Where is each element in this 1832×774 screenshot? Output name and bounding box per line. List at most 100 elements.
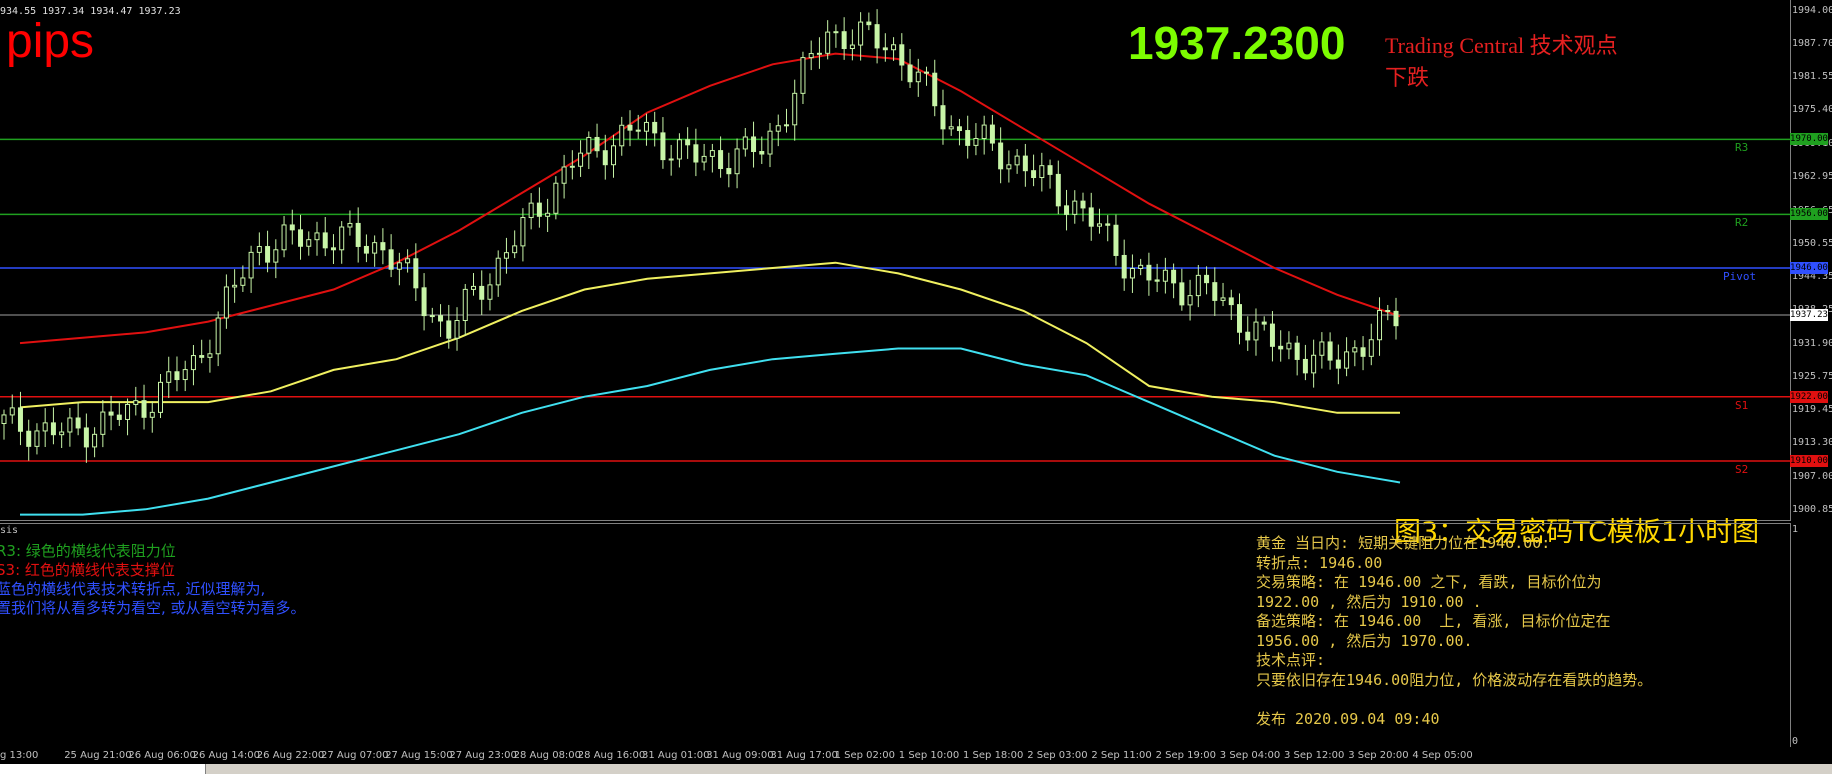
level-price-tag-s1: 1922.00 <box>1790 390 1828 403</box>
candle <box>965 115 971 159</box>
middle-ma-line <box>19 261 1400 414</box>
candle <box>627 110 633 147</box>
candle <box>166 356 172 398</box>
candle <box>520 208 526 262</box>
time-tick-label: 31 Aug 17:00 <box>770 750 838 761</box>
candle <box>742 127 748 157</box>
candle <box>775 114 781 147</box>
level-price-tag-r2: 1956.00 <box>1790 208 1828 221</box>
candle <box>306 231 312 256</box>
candle <box>421 273 427 331</box>
price-tick-label: 1919.45 <box>1792 404 1832 416</box>
candle <box>924 66 930 86</box>
legend-note-line: 蓝色的横线代表技术转折点, 近似理解为, <box>0 580 266 598</box>
level-label-r2: R2 <box>1735 216 1749 230</box>
candle <box>240 265 246 292</box>
price-axis[interactable]: 1994.001987.701981.551975.401969.101962.… <box>1790 0 1832 520</box>
candle <box>1088 192 1094 241</box>
time-tick-label: 31 Aug 09:00 <box>706 750 774 761</box>
candle <box>1138 258 1144 276</box>
candle <box>223 274 229 329</box>
candle <box>1319 332 1325 369</box>
source-label: Trading Central 技术观点 <box>1385 33 1618 58</box>
candle <box>1261 316 1267 331</box>
level-label-s2: S2 <box>1735 463 1749 477</box>
candle <box>709 143 715 173</box>
candle <box>372 235 378 267</box>
candle <box>34 423 40 455</box>
candle <box>1072 190 1078 224</box>
candle <box>1212 267 1218 317</box>
candle <box>1278 330 1284 362</box>
candle <box>899 33 905 81</box>
candle <box>339 221 345 264</box>
candle <box>1129 254 1135 293</box>
indicator-panel[interactable] <box>0 523 1791 747</box>
candle <box>553 176 559 220</box>
candle <box>215 311 221 367</box>
time-axis[interactable]: g 13:00 25 Aug 21:00 26 Aug 06:00 26 Aug 14… <box>0 746 1832 764</box>
candle <box>67 407 73 447</box>
analysis-line: 黄金 当日内: 短期关键阻力位在1946.00: <box>1256 534 1551 552</box>
candle <box>1294 335 1300 376</box>
candle <box>1204 266 1210 295</box>
candle <box>133 386 139 416</box>
candle <box>858 12 864 61</box>
time-tick-label: 1 Sep 10:00 <box>898 750 960 761</box>
candle <box>388 234 394 278</box>
candle <box>1245 316 1251 351</box>
time-tick-label: 2 Sep 19:00 <box>1155 750 1216 761</box>
direction-label: 下跌 <box>1385 65 1430 90</box>
candle <box>1377 297 1383 356</box>
candle <box>438 304 444 337</box>
candle <box>676 133 682 168</box>
candle <box>512 230 518 259</box>
candle <box>1220 282 1226 307</box>
candle <box>594 123 600 158</box>
pips-label: pips <box>6 15 95 68</box>
candle <box>298 214 304 260</box>
candle <box>660 117 666 169</box>
candle <box>718 136 724 178</box>
candle <box>1302 344 1308 381</box>
candle <box>1344 337 1350 377</box>
candle <box>956 118 962 146</box>
candle <box>1113 214 1119 266</box>
candle <box>1039 152 1045 192</box>
candle <box>578 140 584 177</box>
analysis-line: 交易策略: 在 1946.00 之下, 看跌, 目标价位为 <box>1256 573 1602 591</box>
time-tick-label: 26 Aug 14:00 <box>192 750 261 761</box>
level-price-tag-s2: 1910.00 <box>1790 455 1828 468</box>
candle <box>1360 336 1366 371</box>
time-tick-label: 26 Aug 06:00 <box>128 750 196 761</box>
price-chart-panel[interactable] <box>0 0 1791 521</box>
time-tick-label: 27 Aug 23:00 <box>449 750 517 761</box>
candle <box>891 37 897 61</box>
chart-tab[interactable] <box>0 764 206 774</box>
price-tick-label: 1975.40 <box>1792 104 1832 116</box>
candle <box>1105 215 1111 242</box>
candle <box>1393 297 1399 340</box>
candle <box>783 108 789 133</box>
candle <box>767 122 773 168</box>
candle <box>907 48 913 88</box>
candle <box>380 228 386 265</box>
candle <box>1006 150 1012 183</box>
time-tick-label: g 13:00 <box>0 750 39 761</box>
candle <box>1286 331 1292 360</box>
candle <box>536 187 542 228</box>
candle <box>116 402 122 426</box>
candle <box>1014 149 1020 174</box>
candle <box>759 136 765 164</box>
chart-tabs-strip[interactable] <box>0 764 1832 774</box>
candle <box>808 40 814 71</box>
candle <box>981 115 987 155</box>
candle <box>619 116 625 156</box>
time-tick-label: 1 Sep 18:00 <box>963 750 1024 761</box>
candle <box>611 134 617 178</box>
price-tick-label: 1994.00 <box>1792 4 1832 16</box>
time-tick-label: 2 Sep 11:00 <box>1091 750 1152 761</box>
candle <box>92 427 98 458</box>
indicator-title: sis <box>0 525 19 536</box>
candle <box>149 401 155 433</box>
